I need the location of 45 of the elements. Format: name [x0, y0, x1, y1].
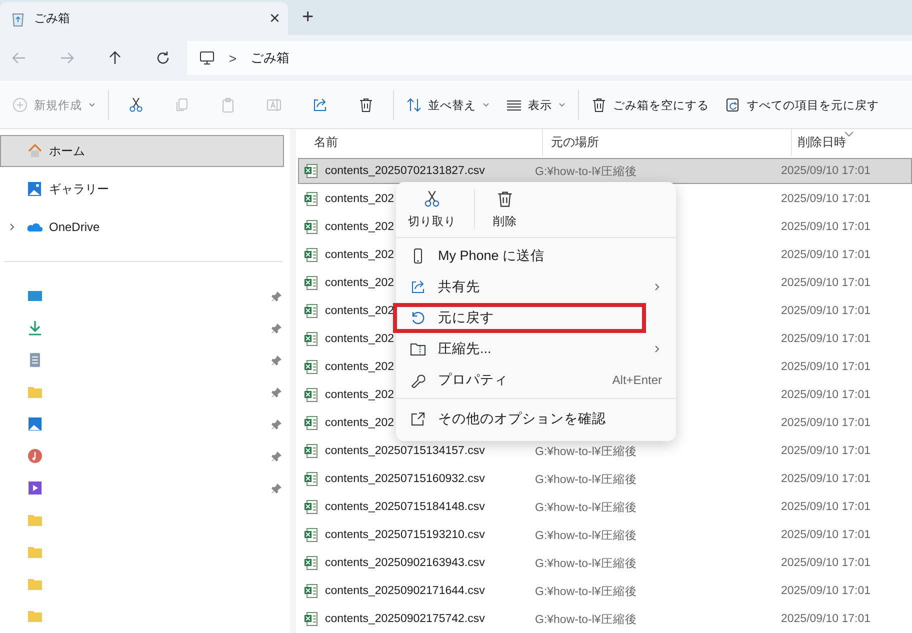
deleted-date: 2025/09/10 17:01 — [781, 473, 871, 485]
deleted-date: 2025/09/10 17:01 — [781, 529, 871, 541]
deleted-date: 2025/09/10 17:01 — [781, 333, 871, 345]
file-name: contents_202 — [325, 249, 394, 261]
deleted-date: 2025/09/10 17:01 — [781, 165, 871, 177]
deleted-date: 2025/09/10 17:01 — [781, 417, 871, 429]
file-name: contents_202 — [325, 221, 394, 233]
original-location: G:¥how-to-l¥圧縮後 — [535, 472, 637, 486]
file-name: contents_202 — [325, 193, 394, 205]
file-name: contents_20250902163943.csv — [325, 557, 485, 569]
file-name: contents_20250715193210.csv — [325, 529, 485, 541]
shortcut-text: Alt+Enter — [612, 373, 662, 387]
file-name: contents_20250902175742.csv — [325, 613, 485, 625]
original-location: G:¥how-to-l¥圧縮後 — [535, 500, 637, 514]
original-location: G:¥how-to-l¥圧縮後 — [535, 612, 637, 626]
file-name: contents_20250715184148.csv — [325, 501, 485, 513]
deleted-date: 2025/09/10 17:01 — [781, 193, 871, 205]
deleted-date: 2025/09/10 17:01 — [781, 249, 871, 261]
deleted-date: 2025/09/10 17:01 — [781, 501, 871, 513]
original-location: G:¥how-to-l¥圧縮後 — [535, 528, 637, 542]
file-name: contents_202 — [325, 277, 394, 289]
deleted-date: 2025/09/10 17:01 — [781, 221, 871, 233]
deleted-date: 2025/09/10 17:01 — [781, 613, 871, 625]
file-name: contents_20250715160932.csv — [325, 473, 485, 485]
tab-title: ごみ箱 — [34, 10, 71, 27]
breadcrumb-separator: > — [229, 50, 237, 66]
deleted-date: 2025/09/10 17:01 — [781, 361, 871, 373]
deleted-date: 2025/09/10 17:01 — [781, 585, 871, 597]
file-name: contents_20250902171644.csv — [325, 585, 485, 597]
deleted-date: 2025/09/10 17:01 — [781, 305, 871, 317]
file-name: contents_202 — [325, 305, 394, 317]
file-name: contents_20250715134157.csv — [325, 445, 485, 457]
original-location: G:¥how-to-l¥圧縮後 — [535, 444, 637, 458]
original-location: G:¥how-to-l¥圧縮後 — [535, 164, 637, 178]
original-location: G:¥how-to-l¥圧縮後 — [535, 556, 637, 570]
file-name: contents_202 — [325, 389, 394, 401]
file-name: contents_20250702131827.csv — [325, 165, 485, 177]
deleted-date: 2025/09/10 17:01 — [781, 557, 871, 569]
deleted-date: 2025/09/10 17:01 — [781, 389, 871, 401]
deleted-date: 2025/09/10 17:01 — [781, 445, 871, 457]
deleted-date: 2025/09/10 17:01 — [781, 277, 871, 289]
file-name: contents_202 — [325, 333, 394, 345]
original-location: G:¥how-to-l¥圧縮後 — [535, 584, 637, 598]
file-name: contents_202 — [325, 361, 394, 373]
file-name: contents_202 — [325, 417, 394, 429]
